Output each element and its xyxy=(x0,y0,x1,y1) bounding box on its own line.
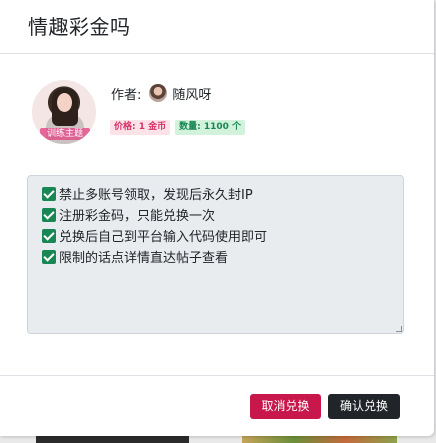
quantity-badge: 数量: 1100 个 xyxy=(175,120,246,135)
item-cover-image: 训练主题 xyxy=(32,80,96,144)
item-info: 训练主题 作者: 随风呀 价格: 1 金币 数量: 1100 个 xyxy=(32,80,412,146)
background-card-left xyxy=(36,435,189,443)
modal-footer: 取消兑换 确认兑换 xyxy=(0,375,434,436)
cover-caption: 训练主题 xyxy=(40,128,90,140)
checkbox-checked-icon xyxy=(42,186,56,201)
rule-item: 兑换后自己到平台输入代码使用即可 xyxy=(42,225,403,246)
confirm-redeem-button[interactable]: 确认兑换 xyxy=(328,394,400,419)
author-line: 作者: 随风呀 xyxy=(111,83,211,103)
rule-item: 禁止多账号领取，发现后永久封IP xyxy=(42,183,403,204)
redeem-modal: 情趣彩金吗 训练主题 作者: 随风呀 价格: 1 金币 数量: 1100 个 禁… xyxy=(0,0,434,436)
rules-textarea[interactable]: 禁止多账号领取，发现后永久封IP 注册彩金码，只能兑换一次 兑换后自己到平台输入… xyxy=(27,175,404,334)
author-avatar[interactable] xyxy=(149,84,168,102)
rule-text: 注册彩金码，只能兑换一次 xyxy=(59,209,216,224)
author-label: 作者: xyxy=(111,87,142,103)
modal-title: 情趣彩金吗 xyxy=(28,15,131,39)
rule-text: 限制的话点详情直达帖子查看 xyxy=(59,251,229,266)
rule-text: 兑换后自己到平台输入代码使用即可 xyxy=(59,230,268,245)
rule-item: 注册彩金码，只能兑换一次 xyxy=(42,204,403,225)
checkbox-checked-icon xyxy=(42,228,56,243)
cancel-redeem-button[interactable]: 取消兑换 xyxy=(250,394,321,419)
checkbox-checked-icon xyxy=(42,207,56,222)
price-badge: 价格: 1 金币 xyxy=(110,120,171,135)
resize-handle-icon[interactable] xyxy=(396,326,402,332)
checkbox-checked-icon xyxy=(42,249,56,264)
modal-header: 情趣彩金吗 xyxy=(0,0,434,54)
background-card-right xyxy=(242,435,397,443)
rule-text: 禁止多账号领取，发现后永久封IP xyxy=(59,188,253,203)
cover-figure-face xyxy=(57,93,72,112)
rule-item: 限制的话点详情直达帖子查看 xyxy=(42,246,403,267)
author-name[interactable]: 随风呀 xyxy=(172,84,211,103)
item-badges: 价格: 1 金币 数量: 1100 个 xyxy=(110,120,246,135)
